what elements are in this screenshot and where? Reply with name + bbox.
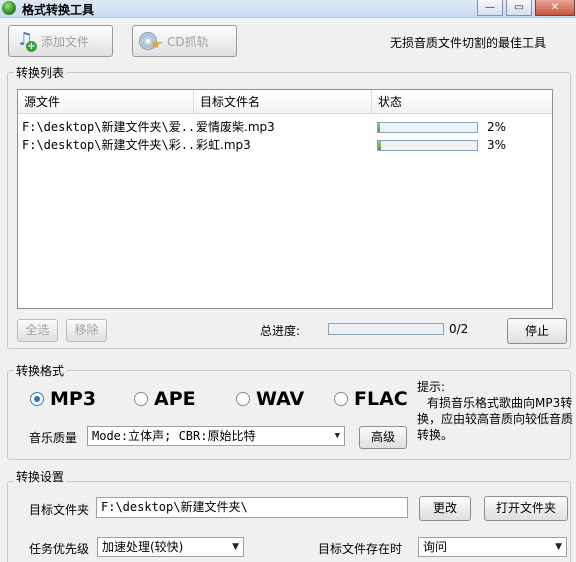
column-target[interactable]: 目标文件名 bbox=[194, 90, 372, 114]
priority-select[interactable]: 加速处理(较快) ▼ bbox=[97, 537, 244, 557]
radio-flac[interactable]: FLAC bbox=[334, 388, 408, 410]
settings-title: 转换设置 bbox=[14, 468, 67, 485]
total-progress-label: 总进度: bbox=[260, 324, 301, 338]
stop-button[interactable]: 停止 bbox=[507, 318, 567, 344]
cd-rip-label: CD抓轨 bbox=[167, 34, 209, 49]
radio-ape[interactable]: APE bbox=[134, 388, 196, 410]
row-progress-bar bbox=[377, 122, 478, 133]
column-source[interactable]: 源文件 bbox=[18, 90, 194, 114]
exists-value: 询问 bbox=[423, 540, 448, 554]
exists-select[interactable]: 询问 ▼ bbox=[418, 537, 567, 557]
slogan-text: 无损音质文件切割的最佳工具 bbox=[390, 36, 547, 50]
title-bar: 格式转换工具 — ▭ ✕ bbox=[0, 0, 576, 18]
row-progress-bar bbox=[377, 140, 478, 151]
priority-value: 加速处理(较快) bbox=[102, 540, 184, 554]
quality-select[interactable]: Mode:立体声; CBR:原始比特 ▼ bbox=[87, 426, 345, 446]
select-all-button[interactable]: 全选 bbox=[17, 319, 58, 342]
close-button[interactable]: ✕ bbox=[535, 0, 575, 16]
row-target: 彩虹.mp3 bbox=[196, 138, 251, 152]
quality-value: Mode:立体声; CBR:原始比特 bbox=[92, 429, 256, 443]
radio-flac-label: FLAC bbox=[354, 388, 408, 410]
radio-wav-label: WAV bbox=[256, 388, 305, 410]
cd-rip-button[interactable]: ☛ CD抓轨 bbox=[132, 25, 237, 57]
app-icon bbox=[2, 1, 16, 15]
priority-label: 任务优先级 bbox=[29, 542, 90, 556]
exists-label: 目标文件存在时 bbox=[318, 542, 403, 556]
radio-wav[interactable]: WAV bbox=[236, 388, 304, 410]
radio-ape-indicator bbox=[134, 392, 148, 406]
window-title: 格式转换工具 bbox=[22, 3, 95, 17]
chevron-down-icon: ▼ bbox=[334, 431, 340, 441]
hint-text: 有损音乐格式歌曲向MP3转换，应由较高音质向较低音质转换。 bbox=[417, 396, 574, 442]
radio-mp3[interactable]: MP3 bbox=[30, 388, 96, 410]
chevron-down-icon: ▼ bbox=[232, 542, 239, 552]
open-folder-button[interactable]: 打开文件夹 bbox=[484, 496, 568, 521]
target-folder-field[interactable]: F:\desktop\新建文件夹\ bbox=[96, 497, 408, 518]
total-progress-text: 0/2 bbox=[449, 322, 469, 336]
hint-title: 提示: bbox=[417, 380, 446, 394]
row-progress-fill bbox=[378, 123, 380, 132]
add-file-label: 添加文件 bbox=[41, 34, 90, 49]
column-status[interactable]: 状态 bbox=[372, 90, 552, 114]
add-music-icon: ♫ + bbox=[17, 29, 37, 52]
cd-icon: ☛ bbox=[139, 30, 163, 53]
hint-box: 提示: 有损音乐格式歌曲向MP3转换，应由较高音质向较低音质转换。 bbox=[417, 379, 574, 443]
target-folder-label: 目标文件夹 bbox=[29, 503, 90, 517]
radio-wav-indicator bbox=[236, 392, 250, 406]
minimize-button[interactable]: — bbox=[477, 0, 503, 16]
row-status: 3% bbox=[487, 138, 507, 152]
total-progress-bar bbox=[328, 323, 444, 335]
radio-flac-indicator bbox=[334, 392, 348, 406]
format-title: 转换格式 bbox=[14, 362, 67, 379]
convert-list-title: 转换列表 bbox=[14, 64, 67, 81]
list-header: 源文件 目标文件名 状态 bbox=[18, 90, 552, 114]
quality-label: 音乐质量 bbox=[29, 431, 78, 445]
chevron-down-icon: ▼ bbox=[555, 542, 562, 552]
convert-list[interactable]: 源文件 目标文件名 状态 F:\desktop\新建文件夹\爱... 爱情废柴.… bbox=[17, 89, 553, 309]
maximize-button[interactable]: ▭ bbox=[506, 0, 532, 16]
list-row[interactable]: F:\desktop\新建文件夹\彩... 彩虹.mp3 3% bbox=[18, 134, 552, 156]
add-file-button[interactable]: ♫ + 添加文件 bbox=[8, 25, 113, 57]
radio-mp3-indicator bbox=[30, 392, 44, 406]
radio-mp3-label: MP3 bbox=[50, 388, 97, 410]
remove-button[interactable]: 移除 bbox=[66, 319, 107, 342]
advanced-button[interactable]: 高级 bbox=[359, 426, 407, 449]
row-progress-fill bbox=[378, 141, 381, 150]
row-source: F:\desktop\新建文件夹\彩... bbox=[22, 138, 194, 152]
change-folder-button[interactable]: 更改 bbox=[419, 496, 471, 521]
radio-ape-label: APE bbox=[154, 388, 196, 410]
